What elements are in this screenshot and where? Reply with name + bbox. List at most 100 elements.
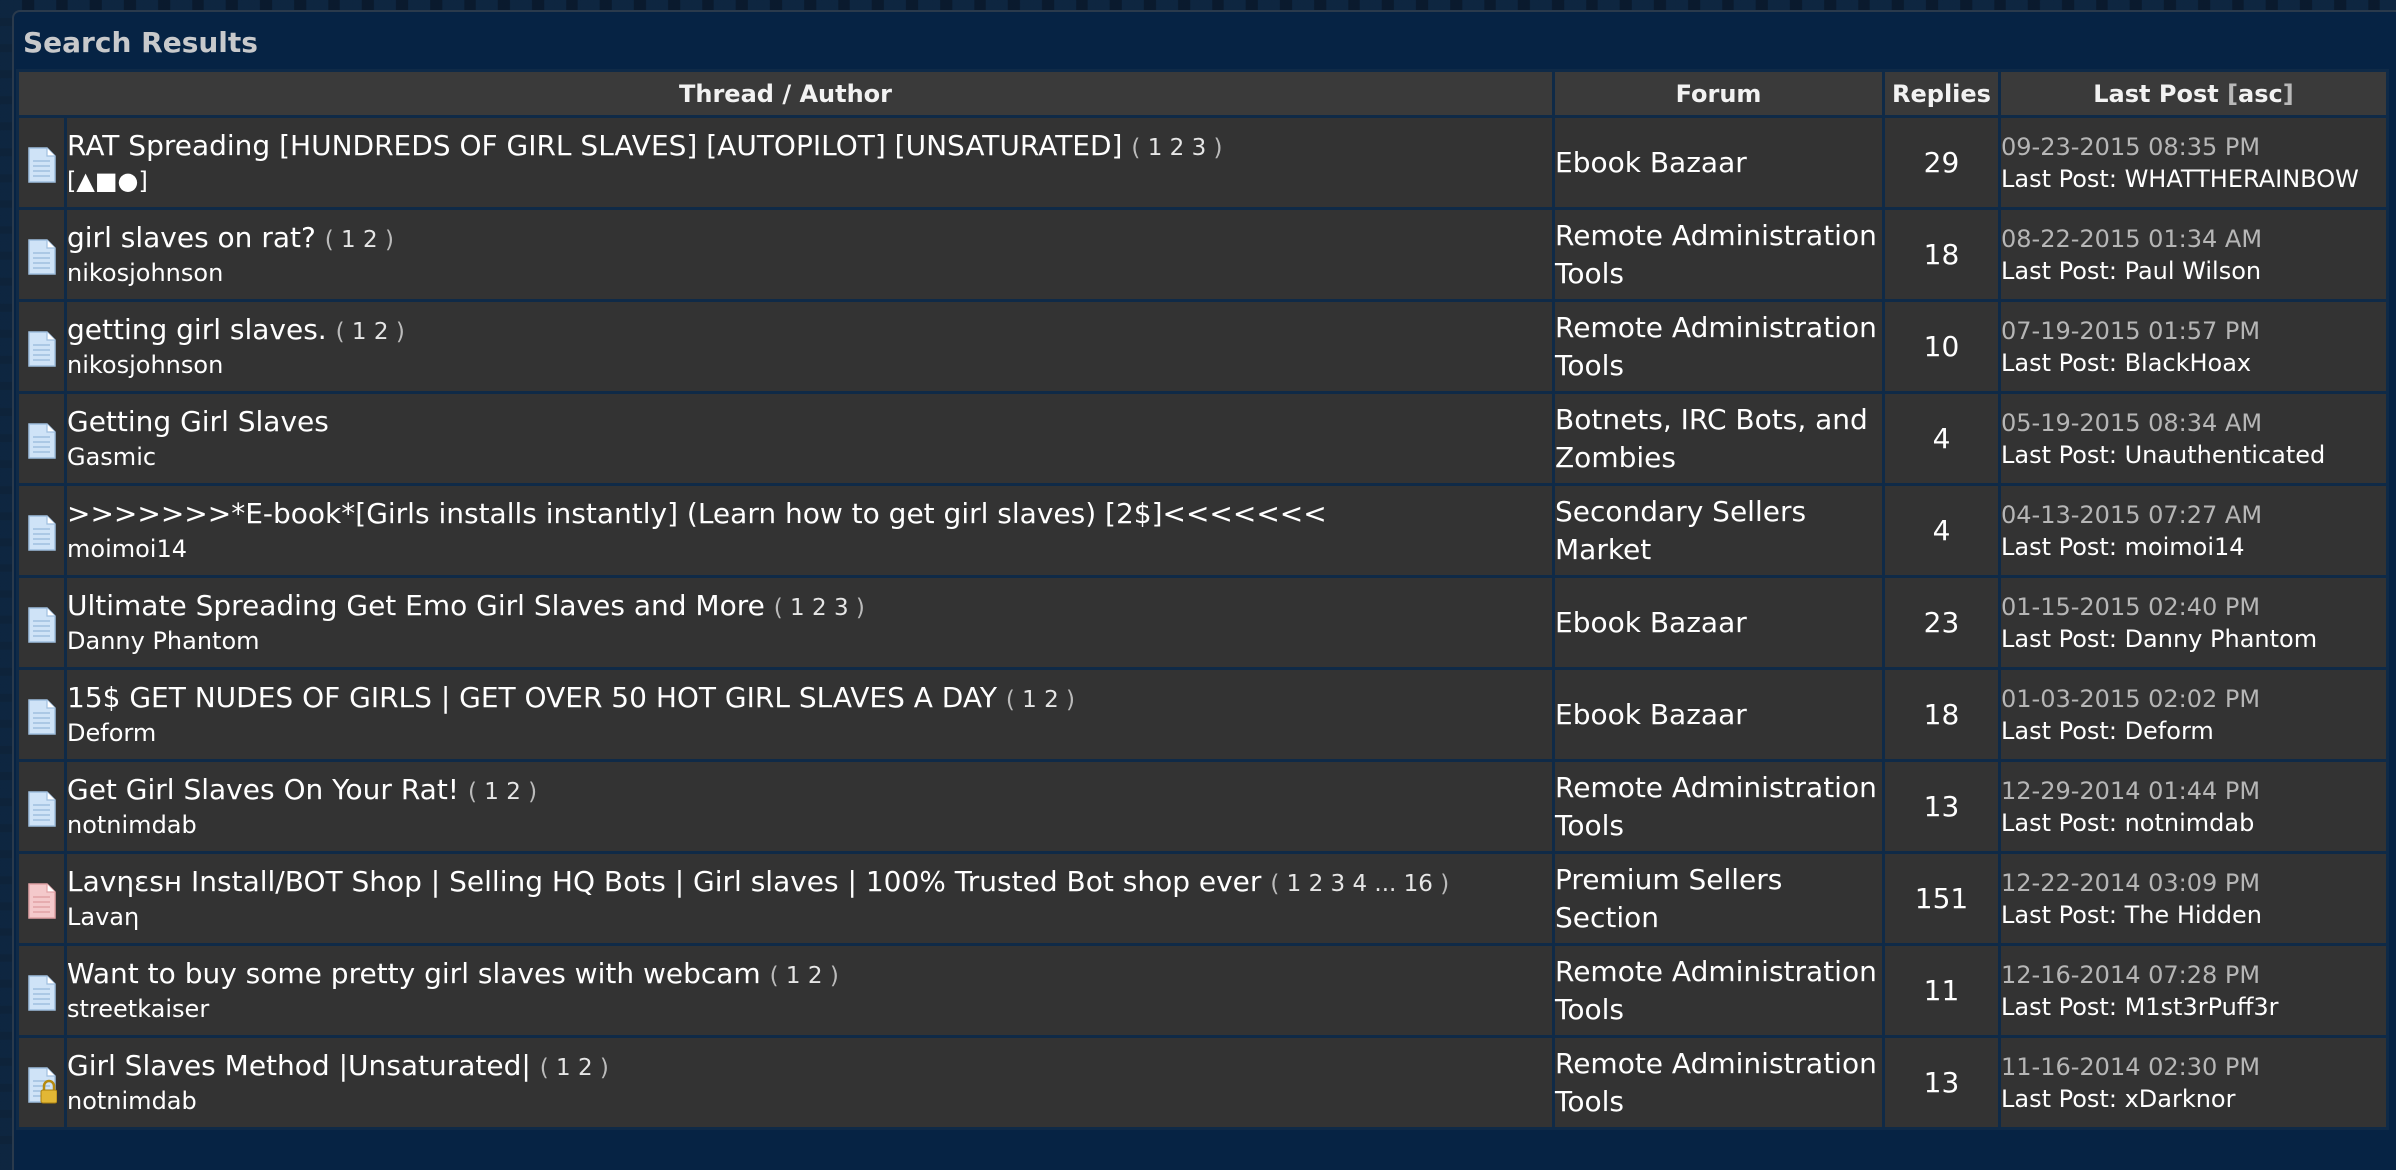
thread-author-link[interactable]: [▲■●] [67, 165, 1552, 197]
header-thread-author[interactable]: Thread / Author [16, 69, 1555, 118]
page-link[interactable]: 2 [374, 319, 389, 345]
thread-author-link[interactable]: Danny Phantom [67, 625, 1552, 657]
header-replies[interactable]: Replies [1882, 69, 2001, 118]
replies-count[interactable]: 11 [1882, 943, 2001, 1038]
last-post-user-link[interactable]: Paul Wilson [2125, 257, 2262, 285]
thread-title-link[interactable]: Getting Girl Slaves [67, 405, 329, 438]
last-post-user-link[interactable]: The Hidden [2125, 901, 2262, 929]
thread-title-link[interactable]: Girl Slaves Method |Unsaturated| [67, 1049, 531, 1082]
page-link[interactable]: 3 [1331, 871, 1346, 897]
thread-author-link[interactable]: Deform [67, 717, 1552, 749]
thread-author-link[interactable]: notnimdab [67, 809, 1552, 841]
sort-asc-label[interactable]: asc [2238, 80, 2283, 108]
replies-count[interactable]: 29 [1882, 115, 2001, 210]
page-link[interactable]: 2 [1170, 135, 1185, 161]
replies-count[interactable]: 4 [1882, 391, 2001, 486]
replies-count[interactable]: 23 [1882, 575, 2001, 670]
page-link[interactable]: 4 [1352, 871, 1367, 897]
page-link[interactable]: 2 [363, 227, 378, 253]
thread-author-link[interactable]: notnimdab [67, 1085, 1552, 1117]
last-post-date: 12-16-2014 07:28 PM [2001, 960, 2261, 989]
page-link[interactable]: 3 [834, 595, 849, 621]
page-link[interactable]: 2 [506, 779, 521, 805]
thread-author-link[interactable]: nikosjohnson [67, 349, 1552, 381]
forum-link[interactable]: Premium Sellers Section [1552, 851, 1885, 946]
page-link[interactable]: 1 [1148, 135, 1163, 161]
last-post-user-link[interactable]: xDarknor [2125, 1085, 2236, 1113]
header-replies-label[interactable]: Replies [1892, 80, 1991, 108]
page-link[interactable]: 1 [1022, 687, 1037, 713]
thread-author-link[interactable]: streetkaiser [67, 993, 1552, 1025]
document-icon [27, 422, 57, 460]
header-last-post[interactable]: Last Post [asc] [1998, 69, 2389, 118]
thread-author-link[interactable]: nikosjohnson [67, 257, 1552, 289]
last-post-user-link[interactable]: Danny Phantom [2125, 625, 2318, 653]
last-post-user-link[interactable]: moimoi14 [2125, 533, 2245, 561]
thread-title-link[interactable]: girl slaves on rat? [67, 221, 316, 254]
header-forum[interactable]: Forum [1552, 69, 1885, 118]
page-link[interactable]: 2 [1044, 687, 1059, 713]
header-forum-label[interactable]: Forum [1676, 80, 1762, 108]
header-thread-label[interactable]: Thread / Author [679, 80, 892, 108]
forum-link[interactable]: Remote Administration Tools [1552, 943, 1885, 1038]
forum-link[interactable]: Secondary Sellers Market [1552, 483, 1885, 578]
page-link[interactable]: 1 [786, 963, 801, 989]
replies-count[interactable]: 18 [1882, 667, 2001, 762]
thread-title-link[interactable]: >>>>>>>*E-book*[Girls installs instantly… [67, 497, 1327, 530]
thread-author-link[interactable]: moimoi14 [67, 533, 1552, 565]
document-icon [27, 238, 57, 276]
page-link[interactable]: 1 [790, 595, 805, 621]
replies-count[interactable]: 4 [1882, 483, 2001, 578]
forum-link[interactable]: Remote Administration Tools [1552, 1035, 1885, 1130]
page-link[interactable]: 1 [352, 319, 367, 345]
sort-bracket-open: [ [2227, 79, 2239, 108]
last-post-prefix: Last Post: [2001, 164, 2117, 193]
page-link[interactable]: 1 [341, 227, 356, 253]
last-post-prefix: Last Post: [2001, 992, 2117, 1021]
last-post-user-link[interactable]: M1st3rPuff3r [2125, 993, 2279, 1021]
forum-link[interactable]: Ebook Bazaar [1552, 115, 1885, 210]
page-link[interactable]: 16 [1404, 871, 1433, 897]
forum-link[interactable]: Ebook Bazaar [1552, 575, 1885, 670]
sort-order-link[interactable]: [asc] [2227, 80, 2294, 108]
last-post-user-link[interactable]: BlackHoax [2125, 349, 2252, 377]
replies-count[interactable]: 18 [1882, 207, 2001, 302]
table-row: 15$ GET NUDES OF GIRLS | GET OVER 50 HOT… [16, 667, 2389, 762]
thread-title-link[interactable]: Ultimate Spreading Get Emo Girl Slaves a… [67, 589, 765, 622]
forum-link[interactable]: Remote Administration Tools [1552, 759, 1885, 854]
thread-title-link[interactable]: 15$ GET NUDES OF GIRLS | GET OVER 50 HOT… [67, 681, 997, 714]
thread-title-link[interactable]: getting girl slaves. [67, 313, 327, 346]
locked-document-icon [27, 1066, 57, 1104]
forum-link[interactable]: Remote Administration Tools [1552, 207, 1885, 302]
forum-link[interactable]: Botnets, IRC Bots, and Zombies [1552, 391, 1885, 486]
thread-cell: getting girl slaves. ( 1 2 ) nikosjohnso… [64, 299, 1555, 394]
page-link[interactable]: 2 [812, 595, 827, 621]
last-post-user-link[interactable]: notnimdab [2125, 809, 2255, 837]
page-link[interactable]: 3 [1192, 135, 1207, 161]
header-last-post-label[interactable]: Last Post [2093, 80, 2218, 108]
forum-link[interactable]: Remote Administration Tools [1552, 299, 1885, 394]
thread-title-link[interactable]: Get Girl Slaves On Your Rat! [67, 773, 459, 806]
thread-title-link[interactable]: RAT Spreading [HUNDREDS OF GIRL SLAVES] … [67, 129, 1122, 162]
last-post-date: 12-22-2014 03:09 PM [2001, 868, 2261, 897]
thread-title-link[interactable]: Lavηεsн Install/BOT Shop | Selling HQ Bo… [67, 865, 1261, 898]
page-link[interactable]: 2 [808, 963, 823, 989]
thread-title-link[interactable]: Want to buy some pretty girl slaves with… [67, 957, 761, 990]
page-link[interactable]: 1 [484, 779, 499, 805]
replies-count[interactable]: 10 [1882, 299, 2001, 394]
page-link[interactable]: 2 [578, 1055, 593, 1081]
replies-count[interactable]: 151 [1882, 851, 2001, 946]
page-link[interactable]: 1 [556, 1055, 571, 1081]
thread-author-link[interactable]: Lavaη [67, 901, 1552, 933]
page-link[interactable]: 2 [1309, 871, 1324, 897]
last-post-cell: 07-19-2015 01:57 PM Last Post: BlackHoax [1998, 299, 2389, 394]
replies-count[interactable]: 13 [1882, 759, 2001, 854]
thread-author-link[interactable]: Gasmic [67, 441, 1552, 473]
last-post-user-link[interactable]: Deform [2125, 717, 2214, 745]
forum-link[interactable]: Ebook Bazaar [1552, 667, 1885, 762]
replies-count[interactable]: 13 [1882, 1035, 2001, 1130]
last-post-user-link[interactable]: WHATTHERAINBOW [2125, 165, 2359, 193]
page-link[interactable]: 1 [1287, 871, 1302, 897]
last-post-user-link[interactable]: Unauthenticated [2125, 441, 2326, 469]
thread-pages: ( 1 2 3 ) [1131, 134, 1223, 161]
